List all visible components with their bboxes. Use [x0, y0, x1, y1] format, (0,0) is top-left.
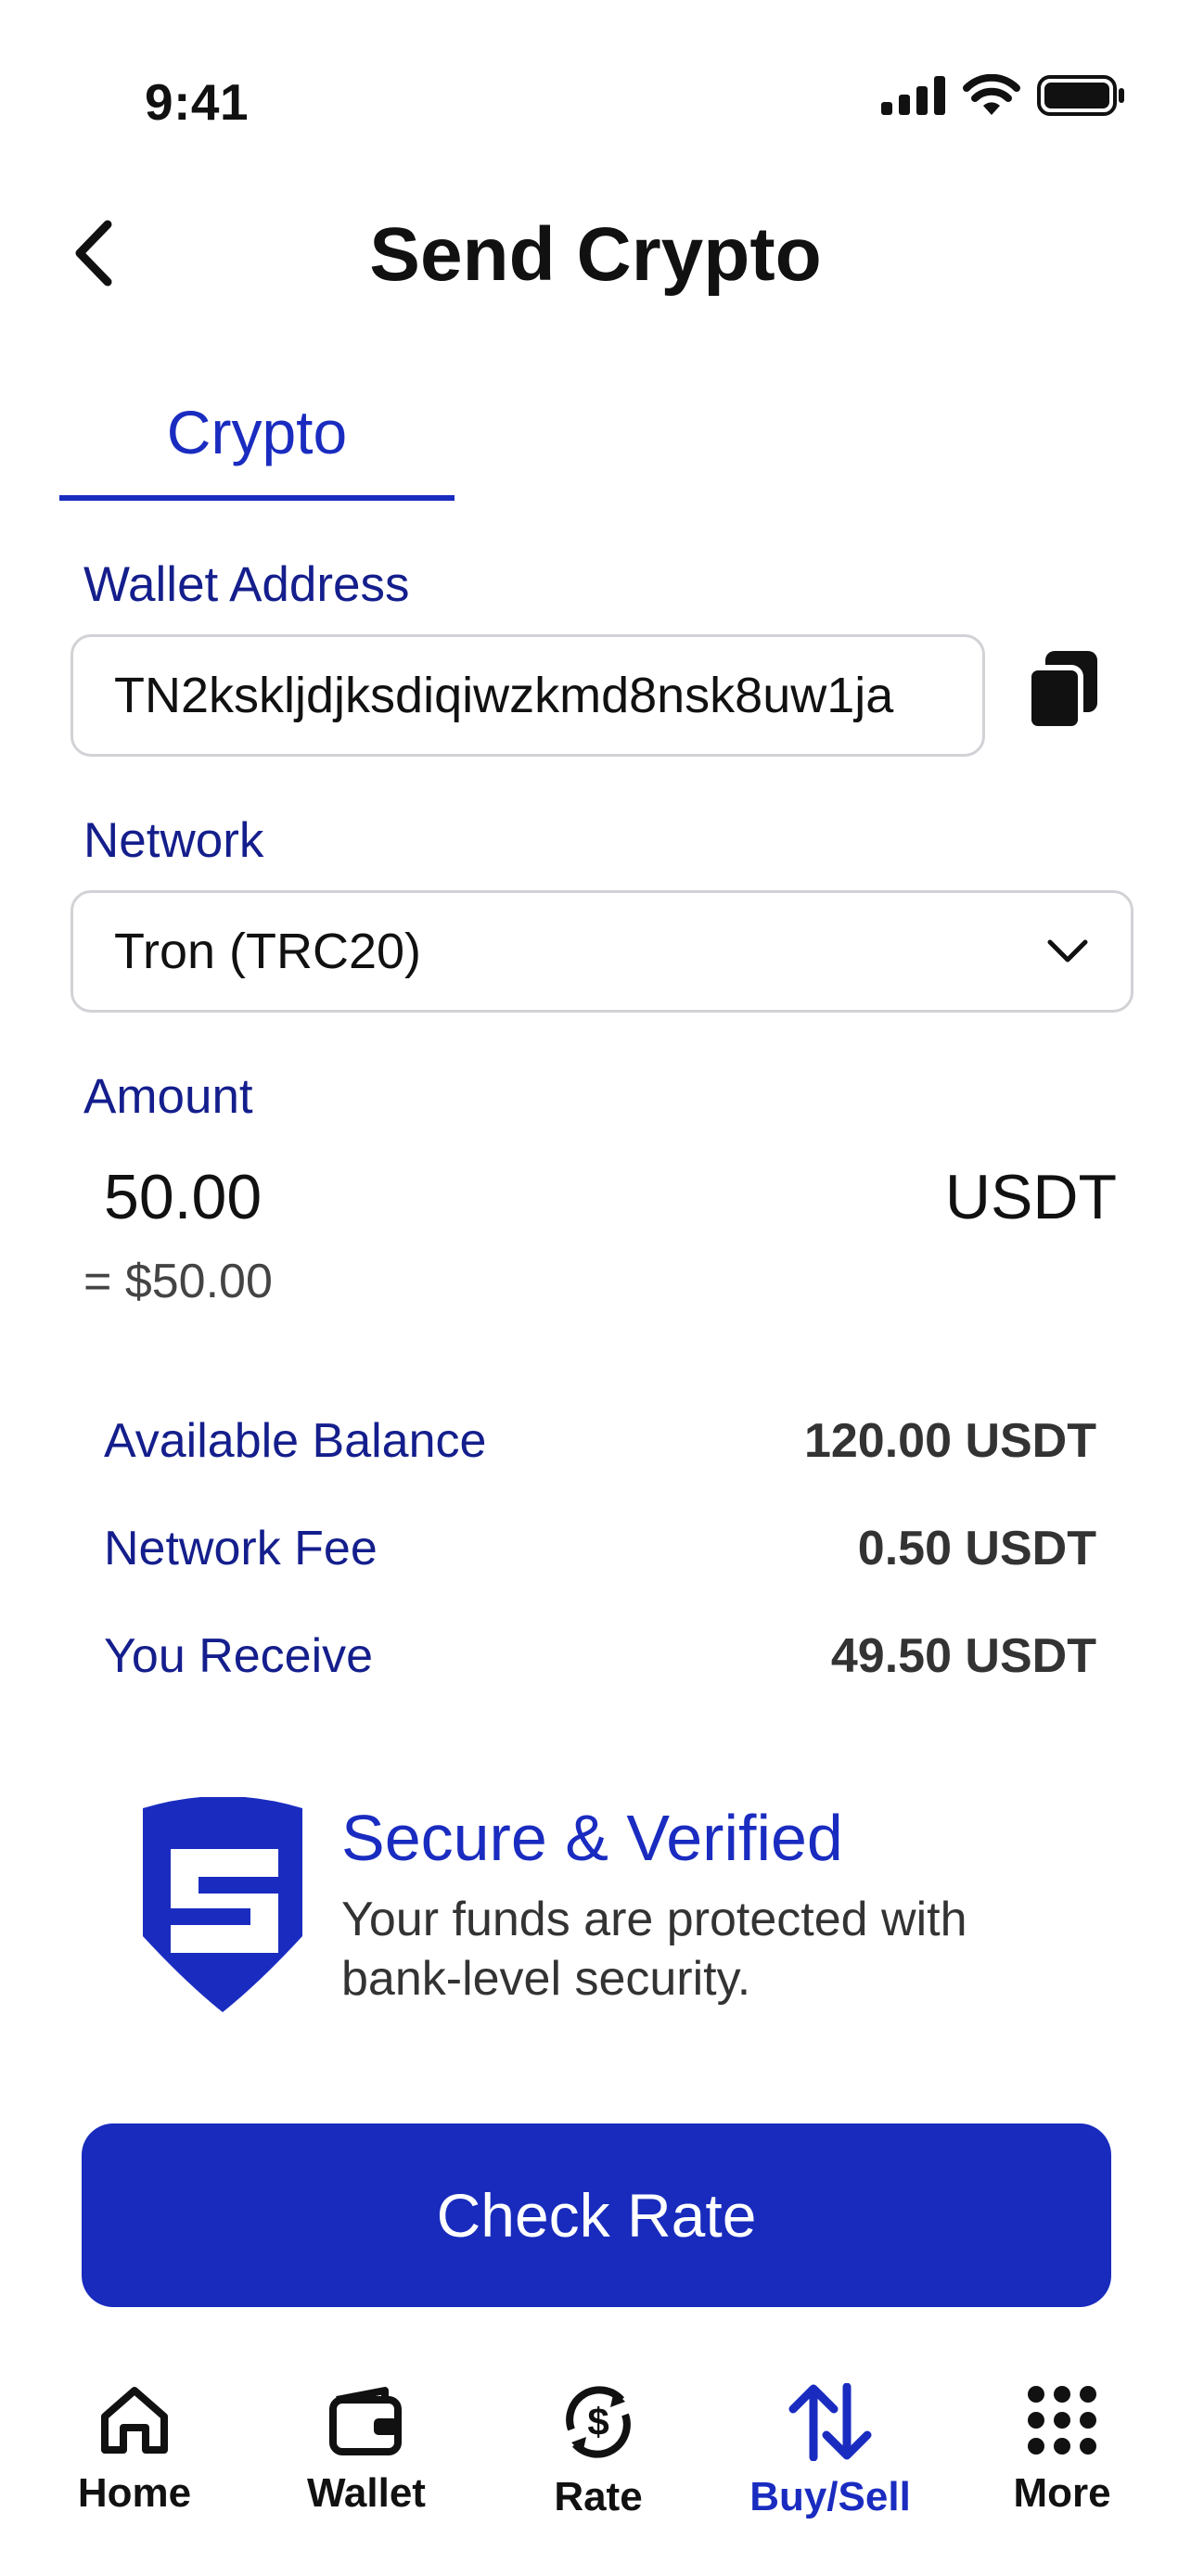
- copy-address-button[interactable]: [1011, 640, 1113, 742]
- security-text: Your funds are protected with bank-level…: [341, 1893, 967, 2006]
- nav-item-home[interactable]: Home: [32, 2383, 237, 2517]
- chevron-down-icon: [1047, 939, 1088, 963]
- wifi-icon: [963, 74, 1020, 115]
- nav-label: Rate: [554, 2474, 643, 2519]
- summary-label: Network Fee: [104, 1522, 378, 1575]
- nav-label: Wallet: [307, 2470, 426, 2516]
- summary-value: 49.50 USDT: [830, 1629, 1096, 1683]
- rate-icon: $: [566, 2386, 631, 2458]
- buy-sell-icon: [788, 2383, 872, 2461]
- network-select[interactable]: Tron (TRC20): [70, 890, 1133, 1013]
- wallet-address-input[interactable]: TN2kskljdjksdiqiwzkmd8nsk8uw1ja: [70, 634, 985, 757]
- nav-item-more[interactable]: More: [960, 2383, 1164, 2517]
- wallet-icon: [329, 2387, 402, 2455]
- summary-value: 120.00 USDT: [803, 1414, 1096, 1468]
- battery-icon: [1037, 75, 1124, 116]
- nav-label: More: [1013, 2470, 1111, 2516]
- nav-item-rate[interactable]: $ Rate: [496, 2383, 700, 2520]
- nav-label: Home: [77, 2470, 192, 2516]
- network-selected-value: Tron (TRC20): [114, 924, 422, 979]
- nav-label: Buy/Sell: [749, 2474, 911, 2519]
- summary-label: Available Balance: [104, 1414, 487, 1468]
- signal-icon: [881, 76, 945, 115]
- amount-label: Amount: [83, 1069, 253, 1124]
- check-rate-button[interactable]: Check Rate: [82, 2123, 1111, 2307]
- status-icons: [881, 74, 1126, 117]
- home-icon: [101, 2387, 168, 2454]
- summary-label: You Receive: [104, 1629, 374, 1683]
- summary-row-you-receive: You Receive 49.50 USDT: [104, 1628, 1096, 1684]
- status-time: 9:41: [145, 73, 250, 131]
- wallet-address-value: TN2kskljdjksdiqiwzkmd8nsk8uw1ja: [114, 668, 894, 723]
- network-label: Network: [83, 813, 264, 868]
- summary-value: 0.50 USDT: [857, 1522, 1096, 1575]
- nav-item-buy-sell[interactable]: Buy/Sell: [728, 2383, 932, 2520]
- tab-crypto[interactable]: Crypto: [59, 397, 455, 501]
- more-grid-icon: [1028, 2386, 1096, 2455]
- copy-icon: [1026, 651, 1097, 732]
- summary-row-network-fee: Network Fee 0.50 USDT: [104, 1521, 1096, 1576]
- amount-currency: USDT: [944, 1162, 1117, 1232]
- wallet-address-label: Wallet Address: [83, 557, 410, 612]
- amount-input[interactable]: 50.00: [104, 1161, 262, 1233]
- security-title: Secure & Verified: [341, 1802, 843, 1874]
- page-title: Send Crypto: [369, 212, 822, 297]
- amount-usd-equivalent: = $50.00: [83, 1255, 273, 1308]
- nav-item-wallet[interactable]: Wallet: [264, 2383, 468, 2517]
- shield-logo-icon: [143, 1797, 302, 2012]
- svg-text:$: $: [587, 2400, 608, 2443]
- summary-row-available-balance: Available Balance 120.00 USDT: [104, 1413, 1096, 1469]
